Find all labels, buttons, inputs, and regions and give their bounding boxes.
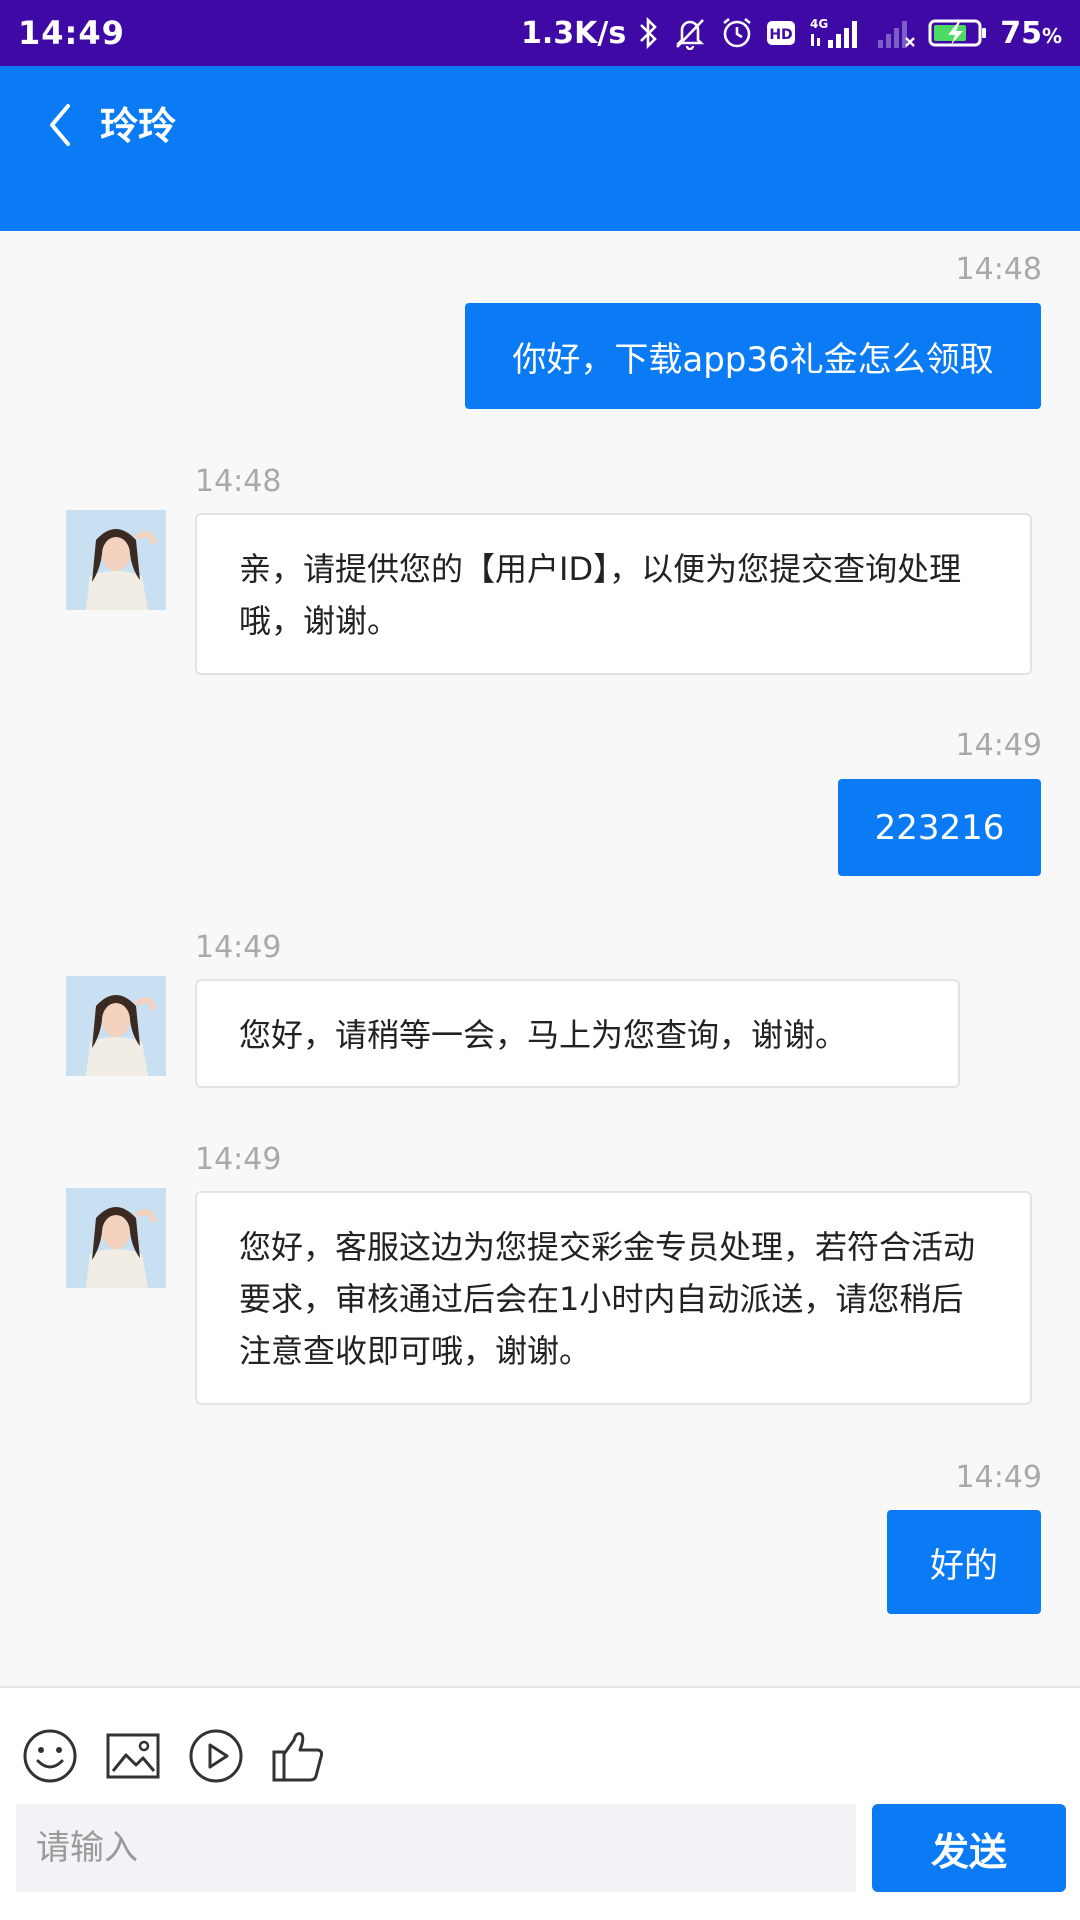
message-bubble-incoming[interactable]: 您好，请稍等一会，马上为您查询，谢谢。 [195, 979, 960, 1088]
status-right: 1.3K/s HD 4G 75% [521, 16, 1062, 51]
status-time: 14:49 [18, 14, 125, 52]
message-time: 14:49 [195, 1142, 282, 1177]
message-bubble-incoming[interactable]: 您好，客服这边为您提交彩金专员处理，若符合活动要求，审核通过后会在1小时内自动派… [195, 1191, 1032, 1405]
no-signal-icon [876, 16, 916, 50]
message-bubble-outgoing[interactable]: 你好，下载app36礼金怎么领取 [465, 303, 1041, 409]
status-bar: 14:49 1.3K/s HD 4G 75% [0, 0, 1080, 66]
avatar[interactable] [66, 510, 166, 610]
network-speed: 1.3K/s [520, 15, 627, 51]
message-bubble-outgoing[interactable]: 223216 [838, 779, 1041, 876]
message-time: 14:48 [955, 252, 1042, 287]
message-bubble-outgoing[interactable]: 好的 [887, 1510, 1041, 1614]
message-time: 14:49 [955, 728, 1042, 763]
message-text: 您好，客服这边为您提交彩金专员处理，若符合活动要求，审核通过后会在1小时内自动派… [239, 1228, 976, 1370]
message-input[interactable]: 请输入 [16, 1804, 856, 1892]
message-text: 您好，请稍等一会，马上为您查询，谢谢。 [239, 1016, 848, 1054]
back-button[interactable] [38, 100, 82, 154]
thumbs-up-icon[interactable] [270, 1728, 326, 1784]
message-time: 14:49 [195, 930, 282, 965]
avatar[interactable] [66, 976, 166, 1076]
svg-text:4G: 4G [810, 17, 828, 31]
image-icon[interactable] [105, 1728, 161, 1784]
hd-icon: HD [766, 20, 796, 46]
svg-text:HD: HD [770, 27, 793, 43]
4g-signal-icon: 4G [808, 16, 864, 50]
bluetooth-icon [638, 16, 660, 50]
chat-header: 玲玲 [0, 66, 1080, 231]
contact-name: 玲玲 [100, 104, 177, 148]
input-panel: 请输入 发送 [0, 1686, 1080, 1920]
message-bubble-incoming[interactable]: 亲，请提供您的【用户ID】，以便为您提交查询处理哦，谢谢。 [195, 513, 1032, 675]
message-time: 14:49 [955, 1460, 1042, 1495]
battery-charging-icon [928, 16, 988, 50]
message-text: 好的 [930, 1545, 998, 1586]
message-text: 你好，下载app36礼金怎么领取 [512, 339, 994, 380]
message-time: 14:48 [195, 464, 282, 499]
send-button[interactable]: 发送 [872, 1804, 1066, 1892]
message-text: 223216 [874, 807, 1005, 848]
emoji-icon[interactable] [22, 1728, 78, 1784]
chevron-left-icon [46, 102, 74, 152]
video-play-icon[interactable] [188, 1728, 244, 1784]
battery-percentage: 75% [1000, 15, 1062, 51]
mute-icon [672, 16, 708, 50]
alarm-icon [720, 16, 754, 50]
avatar[interactable] [66, 1188, 166, 1288]
message-text: 亲，请提供您的【用户ID】，以便为您提交查询处理哦，谢谢。 [239, 550, 962, 640]
